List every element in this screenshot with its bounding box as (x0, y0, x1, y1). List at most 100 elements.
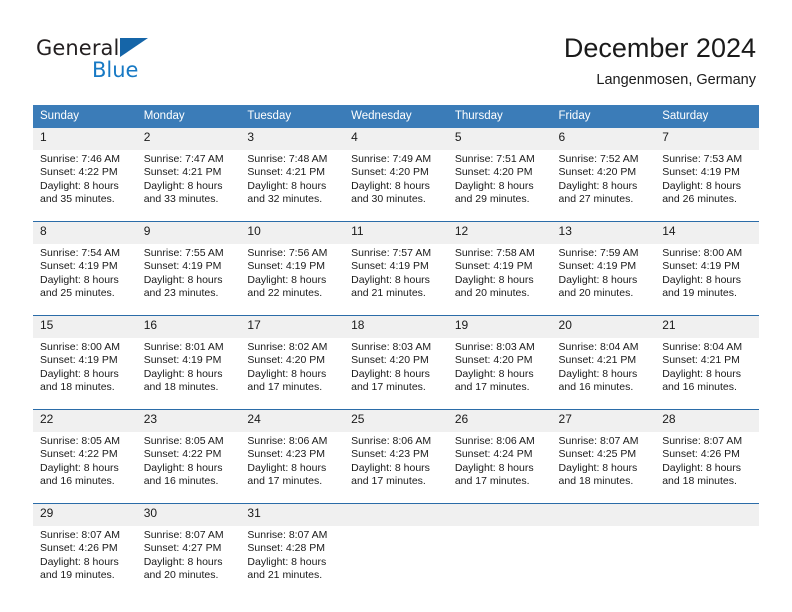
day-number-cell[interactable]: 11 (344, 222, 448, 244)
day-sunset-text: Sunset: 4:21 PM (662, 354, 740, 367)
day-sunset-text: Sunset: 4:26 PM (40, 542, 118, 555)
day-number-cell[interactable]: 13 (551, 222, 656, 244)
day-detail-cell[interactable]: Sunrise: 8:05 AM Sunset: 4:22 PM Daylight:… (33, 432, 137, 503)
day-detail-cell[interactable]: Sunrise: 7:54 AM Sunset: 4:19 PM Daylight:… (33, 244, 137, 315)
day-detail-cell[interactable]: Sunrise: 8:07 AM Sunset: 4:26 PM Daylight:… (655, 432, 759, 503)
day-detail-cell[interactable]: Sunrise: 7:46 AM Sunset: 4:22 PM Daylight:… (33, 150, 137, 221)
generalblue-logo[interactable]: General Blue (36, 36, 176, 88)
day-number-cell[interactable]: 20 (551, 316, 656, 338)
day-sunset-text: Sunset: 4:19 PM (454, 260, 533, 273)
day-detail-cell[interactable]: Sunrise: 7:58 AM Sunset: 4:19 PM Daylight:… (448, 244, 552, 315)
day-number-cell[interactable]: 30 (136, 504, 241, 526)
day-number-cell[interactable]: 3 (240, 128, 345, 150)
day-number-cell[interactable]: 7 (655, 128, 759, 150)
day-detail-cell[interactable]: Sunrise: 8:04 AM Sunset: 4:21 PM Daylight:… (655, 338, 759, 409)
day-number-cell[interactable]: 19 (447, 316, 552, 338)
day-detail-cell[interactable] (448, 526, 552, 597)
day-sunset-text: Sunset: 4:19 PM (351, 260, 429, 273)
day-number-cell[interactable]: 12 (447, 222, 552, 244)
day-sunset-text: Sunset: 4:19 PM (558, 260, 637, 273)
day-number-cell[interactable]: 5 (447, 128, 552, 150)
day-number-cell[interactable]: 18 (344, 316, 448, 338)
day-number-cell[interactable]: 10 (240, 222, 345, 244)
day-detail-cell[interactable] (344, 526, 448, 597)
day-detail-cell[interactable]: Sunrise: 8:02 AM Sunset: 4:20 PM Daylight:… (240, 338, 344, 409)
day-detail-cell[interactable]: Sunrise: 7:53 AM Sunset: 4:19 PM Daylight:… (655, 150, 759, 221)
day-number-cell[interactable] (447, 504, 552, 526)
day-number-cell[interactable]: 4 (344, 128, 448, 150)
day-detail-cell[interactable]: Sunrise: 7:56 AM Sunset: 4:19 PM Daylight:… (240, 244, 344, 315)
day-number-cell[interactable]: 16 (136, 316, 241, 338)
day-sunset-text: Sunset: 4:24 PM (454, 448, 533, 461)
day-detail-cell[interactable]: Sunrise: 7:57 AM Sunset: 4:19 PM Daylight:… (344, 244, 448, 315)
day-sunrise-text: Sunrise: 7:49 AM (351, 153, 432, 165)
day-sunrise-text: Sunrise: 7:47 AM (143, 153, 224, 165)
day-number-cell[interactable]: 28 (655, 410, 759, 432)
day-number-cell[interactable]: 9 (136, 222, 241, 244)
day-detail-cell[interactable]: Sunrise: 7:52 AM Sunset: 4:20 PM Daylight:… (552, 150, 656, 221)
day-sunset-text: Sunset: 4:19 PM (143, 354, 222, 367)
day-detail-cell[interactable] (655, 526, 759, 597)
day-detail-cell[interactable] (552, 526, 656, 597)
logo-text-general: General (36, 36, 120, 60)
day-number-cell[interactable]: 8 (33, 222, 137, 244)
day-number-cell[interactable] (655, 504, 759, 526)
day-detail-cell[interactable]: Sunrise: 8:00 AM Sunset: 4:19 PM Daylight:… (33, 338, 137, 409)
day-detail-cell[interactable]: Sunrise: 7:49 AM Sunset: 4:20 PM Daylight:… (344, 150, 448, 221)
day-daylight-text: and 17 minutes. (454, 381, 530, 394)
day-daylight-text: Daylight: 8 hours (40, 555, 119, 568)
day-daylight-text: and 19 minutes. (662, 287, 737, 300)
day-number-cell[interactable]: 23 (136, 410, 241, 432)
day-number-cell[interactable]: 17 (240, 316, 345, 338)
day-number-cell[interactable]: 14 (655, 222, 759, 244)
day-sunrise-text: Sunrise: 8:07 AM (662, 435, 743, 447)
day-sunset-text: Sunset: 4:28 PM (247, 542, 326, 555)
day-sunset-text: Sunset: 4:22 PM (40, 448, 118, 461)
day-detail-cell[interactable]: Sunrise: 8:07 AM Sunset: 4:25 PM Daylight:… (552, 432, 656, 503)
day-number-cell[interactable]: 15 (33, 316, 137, 338)
day-number-cell[interactable]: 1 (33, 128, 137, 150)
day-number-cell[interactable]: 2 (136, 128, 241, 150)
day-sunrise-text: Sunrise: 8:02 AM (247, 341, 328, 353)
weekday-header-saturday: Saturday (655, 105, 759, 128)
day-detail-cell[interactable]: Sunrise: 8:00 AM Sunset: 4:19 PM Daylight:… (655, 244, 759, 315)
day-daylight-text: and 17 minutes. (247, 381, 323, 394)
day-number-cell[interactable] (344, 504, 448, 526)
day-detail-cell[interactable]: Sunrise: 7:59 AM Sunset: 4:19 PM Daylight:… (552, 244, 656, 315)
day-detail-cell[interactable]: Sunrise: 7:47 AM Sunset: 4:21 PM Daylight:… (137, 150, 241, 221)
day-detail-cell[interactable]: Sunrise: 8:05 AM Sunset: 4:22 PM Daylight:… (137, 432, 241, 503)
day-detail-cell[interactable]: Sunrise: 8:07 AM Sunset: 4:27 PM Daylight:… (137, 526, 241, 597)
day-detail-cell[interactable]: Sunrise: 7:48 AM Sunset: 4:21 PM Daylight:… (240, 150, 344, 221)
day-sunrise-text: Sunrise: 8:05 AM (143, 435, 224, 447)
day-number-cell[interactable]: 29 (33, 504, 137, 526)
day-detail-cell[interactable]: Sunrise: 8:06 AM Sunset: 4:23 PM Daylight:… (344, 432, 448, 503)
day-detail-cell[interactable]: Sunrise: 8:06 AM Sunset: 4:23 PM Daylight:… (240, 432, 344, 503)
day-number-cell[interactable]: 21 (655, 316, 759, 338)
day-number-cell[interactable]: 6 (551, 128, 656, 150)
day-number-cell[interactable]: 22 (33, 410, 137, 432)
day-detail-cell[interactable]: Sunrise: 8:03 AM Sunset: 4:20 PM Daylight:… (344, 338, 448, 409)
day-daylight-text: Daylight: 8 hours (40, 461, 119, 474)
day-detail-cell[interactable]: Sunrise: 7:55 AM Sunset: 4:19 PM Daylight:… (137, 244, 241, 315)
day-detail-row: Sunrise: 8:00 AM Sunset: 4:19 PM Daylight:… (33, 338, 759, 409)
day-sunset-text: Sunset: 4:23 PM (247, 448, 326, 461)
day-detail-cell[interactable]: Sunrise: 8:07 AM Sunset: 4:28 PM Daylight:… (240, 526, 344, 597)
day-daylight-text: and 20 minutes. (143, 569, 219, 582)
day-number-cell[interactable] (551, 504, 656, 526)
day-number-cell[interactable]: 27 (551, 410, 656, 432)
day-detail-cell[interactable]: Sunrise: 8:06 AM Sunset: 4:24 PM Daylight:… (448, 432, 552, 503)
day-number-cell[interactable]: 26 (447, 410, 552, 432)
day-daylight-text: Daylight: 8 hours (351, 461, 430, 474)
day-sunset-text: Sunset: 4:21 PM (247, 166, 326, 179)
day-number-cell[interactable]: 31 (240, 504, 345, 526)
day-sunset-text: Sunset: 4:20 PM (454, 166, 533, 179)
day-daylight-text: and 16 minutes. (558, 381, 634, 394)
day-number-cell[interactable]: 24 (240, 410, 345, 432)
day-number-cell[interactable]: 25 (344, 410, 448, 432)
day-detail-cell[interactable]: Sunrise: 8:07 AM Sunset: 4:26 PM Daylight:… (33, 526, 137, 597)
day-detail-cell[interactable]: Sunrise: 8:04 AM Sunset: 4:21 PM Daylight:… (552, 338, 656, 409)
day-detail-cell[interactable]: Sunrise: 7:51 AM Sunset: 4:20 PM Daylight:… (448, 150, 552, 221)
day-detail-cell[interactable]: Sunrise: 8:03 AM Sunset: 4:20 PM Daylight:… (448, 338, 552, 409)
day-sunrise-text: Sunrise: 8:07 AM (247, 529, 328, 541)
day-detail-cell[interactable]: Sunrise: 8:01 AM Sunset: 4:19 PM Daylight:… (137, 338, 241, 409)
